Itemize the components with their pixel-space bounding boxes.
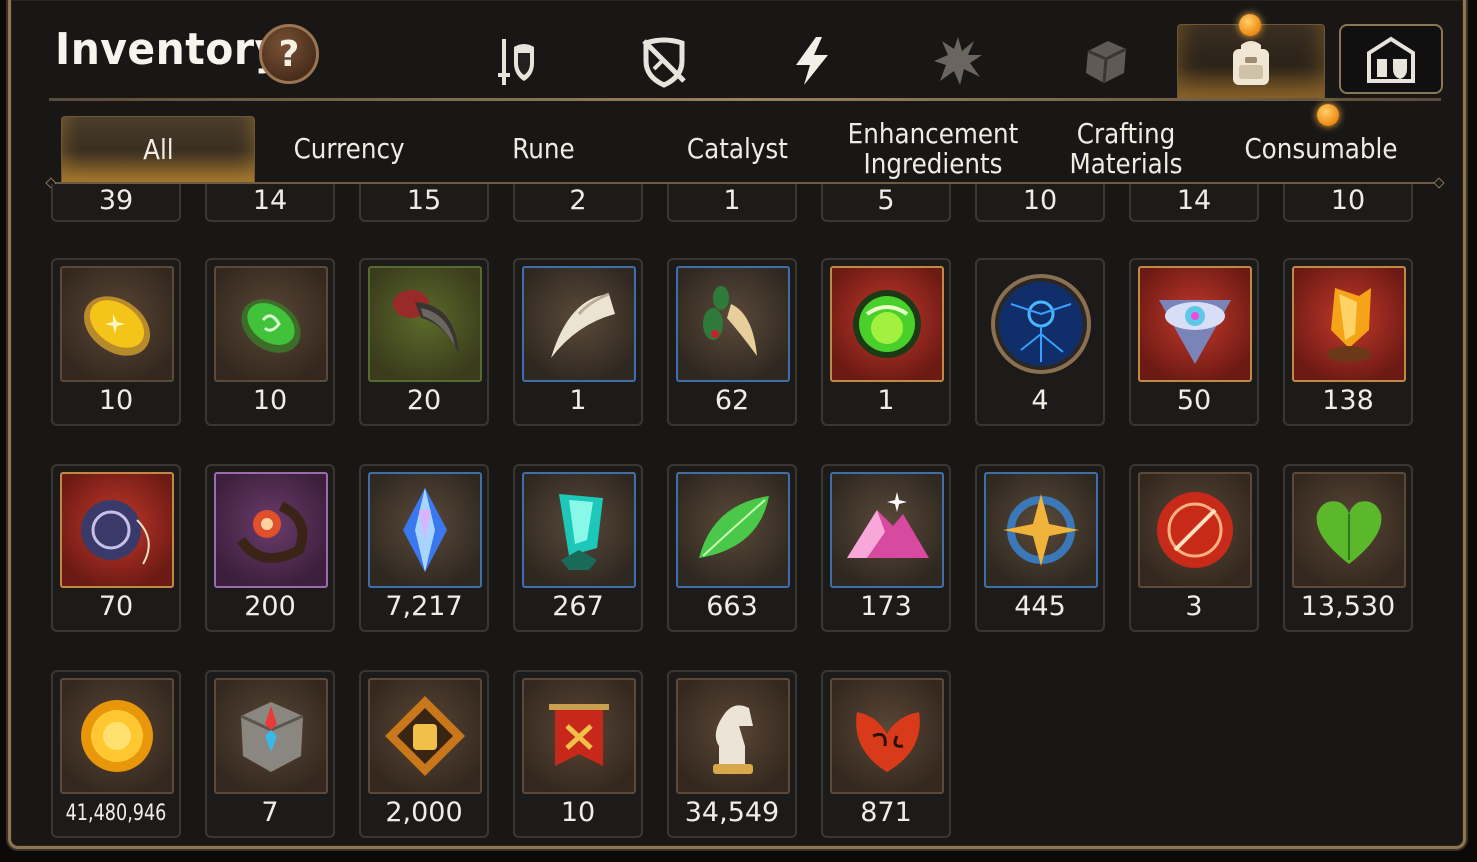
item-slot[interactable]: 7,217 [359,464,489,632]
red-seal-icon [1157,492,1233,568]
green-gem-icon [241,299,301,353]
star-pendant-icon [1003,494,1079,566]
item-slot[interactable]: 663 [667,464,797,632]
blue-crystal-icon [403,488,447,572]
item-slot[interactable]: 62 [667,258,797,426]
green-heart-icon [1316,501,1382,564]
ginseng-root-icon [703,286,757,356]
green-orb-icon [853,290,921,358]
item-slot[interactable]: 34,549 [667,670,797,838]
item-slot[interactable]: 20 [359,258,489,426]
item-slot[interactable]: 3 [1129,464,1259,632]
pink-mountain-icon [847,492,929,558]
item-slot[interactable]: 50 [1129,258,1259,426]
pendant-icon [81,500,150,565]
item-slot[interactable]: 445 [975,464,1105,632]
chess-knight-icon [713,705,753,774]
yellow-gem-icon [83,296,151,356]
item-slot[interactable]: 13,530 [1283,464,1413,632]
item-slot[interactable]: 1 [821,258,951,426]
claw-icon [393,290,459,354]
item-slot[interactable]: 41,480,946 [51,670,181,838]
red-leaf-icon [856,712,920,772]
inventory-window: Inventory ? All Currency Rune Catalyst E… [8,0,1466,849]
eye-crest-icon [1159,300,1231,364]
item-slot[interactable]: 10 [513,670,643,838]
inventory-grid: 10 10 20 1 62 1 4 50 138 70 200 7,217 26… [51,0,1431,846]
item-slot[interactable]: 173 [821,464,951,632]
item-slot[interactable]: 267 [513,464,643,632]
fang-icon [551,292,615,358]
gold-coin-icon [81,700,153,772]
item-slot[interactable]: 871 [821,670,951,838]
fist-emblem-icon [385,696,465,776]
war-banner-icon [549,704,609,766]
item-slot[interactable]: 1 [513,258,643,426]
item-slot[interactable]: 7 [205,670,335,838]
item-slot[interactable]: 10 [205,258,335,426]
leaf-icon [699,496,769,558]
teal-crystal-icon [559,494,603,570]
item-slot[interactable]: 10 [51,258,181,426]
flower-ring-icon [236,501,308,563]
item-slot[interactable]: 2,000 [359,670,489,838]
amber-crystal-icon [1327,288,1371,362]
blue-rune-disc-icon [991,274,1091,374]
item-slot[interactable]: 4 [975,258,1105,426]
compass-stone-icon [240,702,304,772]
item-slot[interactable]: 138 [1283,258,1413,426]
item-slot[interactable]: 70 [51,464,181,632]
item-slot[interactable]: 200 [205,464,335,632]
